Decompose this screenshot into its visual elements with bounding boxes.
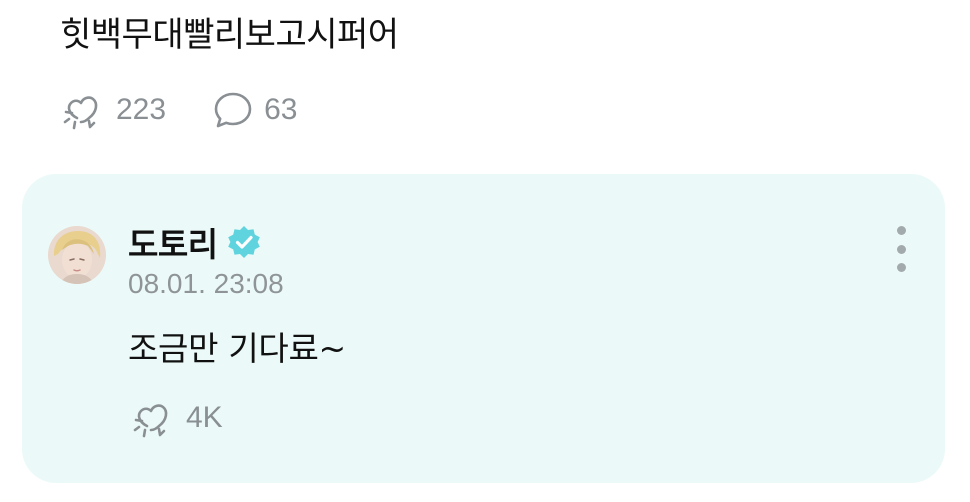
- sparkle-heart-icon: [132, 396, 178, 440]
- comment-timestamp: 08.01. 23:08: [128, 268, 284, 299]
- more-vertical-icon: [896, 244, 906, 254]
- comment-button[interactable]: 63: [210, 88, 297, 132]
- post-actions: 223 63: [62, 88, 297, 132]
- verified-badge-icon: [226, 224, 262, 260]
- post-text: 힛백무대빨리보고시퍼어: [60, 15, 399, 55]
- comment-like-button[interactable]: 4K: [132, 396, 223, 440]
- comment-actions: 4K: [132, 396, 223, 440]
- more-options-button[interactable]: [883, 226, 919, 272]
- like-button[interactable]: 223: [62, 88, 166, 132]
- post-thread: 힛백무대빨리보고시퍼어 223 63 도토리 08.01. 23:08 조금만 …: [0, 0, 970, 502]
- comment-count: 63: [264, 93, 298, 126]
- author-name[interactable]: 도토리: [128, 218, 218, 266]
- speech-bubble-icon: [210, 88, 256, 132]
- like-count: 223: [116, 93, 167, 126]
- avatar[interactable]: [48, 226, 106, 284]
- more-vertical-icon: [896, 226, 906, 235]
- comment-header: 도토리: [128, 218, 262, 266]
- sparkle-heart-icon: [62, 88, 108, 132]
- comment-like-count: 4K: [186, 401, 223, 434]
- more-vertical-icon: [896, 263, 906, 272]
- comment-text: 조금만 기다료~: [128, 329, 346, 368]
- comment-card: 도토리 08.01. 23:08 조금만 기다료~ 4K: [22, 174, 945, 483]
